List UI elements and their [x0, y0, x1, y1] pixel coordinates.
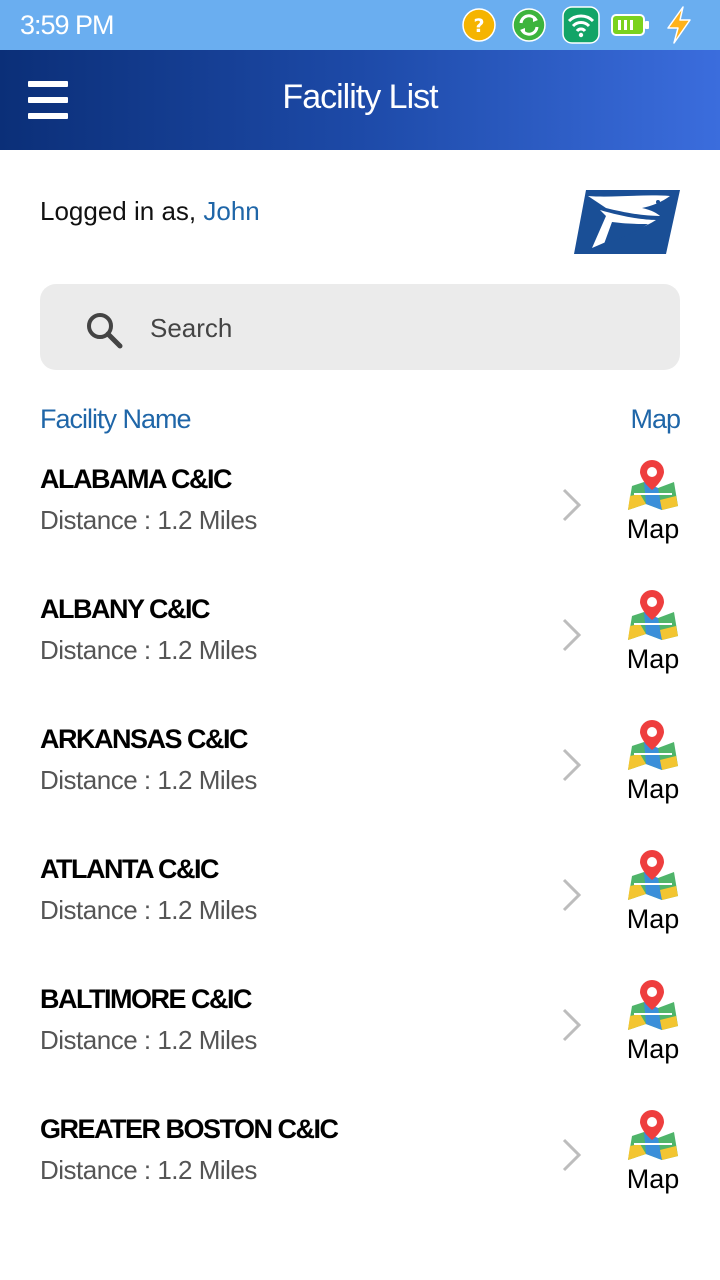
search-input[interactable]: [150, 308, 650, 348]
map-label: Map: [626, 644, 680, 674]
status-bar: 3:59 PM ?: [0, 0, 720, 50]
facility-row[interactable]: GREATER BOSTON C&IC Distance : 1.2 Miles M…: [0, 1100, 720, 1230]
search-icon: [87, 313, 123, 349]
map-label: Map: [626, 904, 680, 934]
sync-icon: [512, 8, 546, 42]
map-label: Map: [626, 774, 680, 804]
wifi-icon: [562, 6, 600, 44]
chevron-right-icon[interactable]: [556, 1006, 586, 1044]
map-pin-icon: [628, 460, 678, 510]
map-button[interactable]: Map: [620, 850, 686, 940]
map-button[interactable]: Map: [620, 720, 686, 810]
map-label: Map: [626, 514, 680, 544]
chevron-right-icon[interactable]: [556, 746, 586, 784]
map-pin-icon: [628, 1110, 678, 1160]
facility-name: BALTIMORE C&IC: [40, 984, 252, 1014]
facility-name: ALABAMA C&IC: [40, 464, 232, 494]
facility-row[interactable]: ATLANTA C&IC Distance : 1.2 Miles Map: [0, 840, 720, 970]
map-pin-icon: [628, 980, 678, 1030]
map-button[interactable]: Map: [620, 460, 686, 550]
map-pin-icon: [628, 590, 678, 640]
facility-name: ATLANTA C&IC: [40, 854, 219, 884]
facility-distance: Distance : 1.2 Miles: [40, 635, 257, 665]
facility-row[interactable]: BALTIMORE C&IC Distance : 1.2 Miles Map: [0, 970, 720, 1100]
column-header-map: Map: [630, 404, 681, 434]
map-pin-icon: [628, 720, 678, 770]
chevron-right-icon[interactable]: [556, 616, 586, 654]
page-title: Facility List: [282, 78, 438, 116]
help-circle-icon: ?: [462, 8, 496, 42]
status-time: 3:59 PM: [20, 10, 115, 40]
facility-name: GREATER BOSTON C&IC: [40, 1114, 339, 1144]
facility-name: ALBANY C&IC: [40, 594, 211, 624]
facility-name: ARKANSAS C&IC: [40, 724, 249, 754]
facility-distance: Distance : 1.2 Miles: [40, 895, 257, 925]
facility-distance: Distance : 1.2 Miles: [40, 505, 257, 535]
facility-distance: Distance : 1.2 Miles: [40, 1155, 257, 1185]
chevron-right-icon[interactable]: [556, 486, 586, 524]
facility-row[interactable]: ARKANSAS C&IC Distance : 1.2 Miles Map: [0, 710, 720, 840]
facility-distance: Distance : 1.2 Miles: [40, 765, 257, 795]
facility-row[interactable]: ALBANY C&IC Distance : 1.2 Miles Map: [0, 580, 720, 710]
battery-icon: [611, 14, 649, 36]
logged-in-username: John: [203, 196, 260, 226]
logged-in-prefix: Logged in as,: [40, 196, 204, 226]
map-button[interactable]: Map: [620, 590, 686, 680]
search-bar[interactable]: [40, 284, 680, 370]
column-header-facility-name: Facility Name: [40, 404, 192, 434]
logged-in-text: Logged in as, John: [40, 196, 260, 227]
map-button[interactable]: Map: [620, 1110, 686, 1200]
map-button[interactable]: Map: [620, 980, 686, 1070]
facility-distance: Distance : 1.2 Miles: [40, 1025, 257, 1055]
facility-row[interactable]: ALABAMA C&IC Distance : 1.2 Miles Map: [0, 450, 720, 580]
chevron-right-icon[interactable]: [556, 876, 586, 914]
charging-bolt-icon: [667, 6, 691, 44]
facility-list: ALABAMA C&IC Distance : 1.2 Miles Map ALBAN…: [0, 450, 720, 1230]
svg-text:?: ?: [473, 15, 484, 37]
map-pin-icon: [628, 850, 678, 900]
map-label: Map: [626, 1034, 680, 1064]
chevron-right-icon[interactable]: [556, 1136, 586, 1174]
app-header: Facility List: [0, 50, 720, 150]
usps-eagle-logo: [574, 190, 680, 254]
map-label: Map: [626, 1164, 680, 1194]
